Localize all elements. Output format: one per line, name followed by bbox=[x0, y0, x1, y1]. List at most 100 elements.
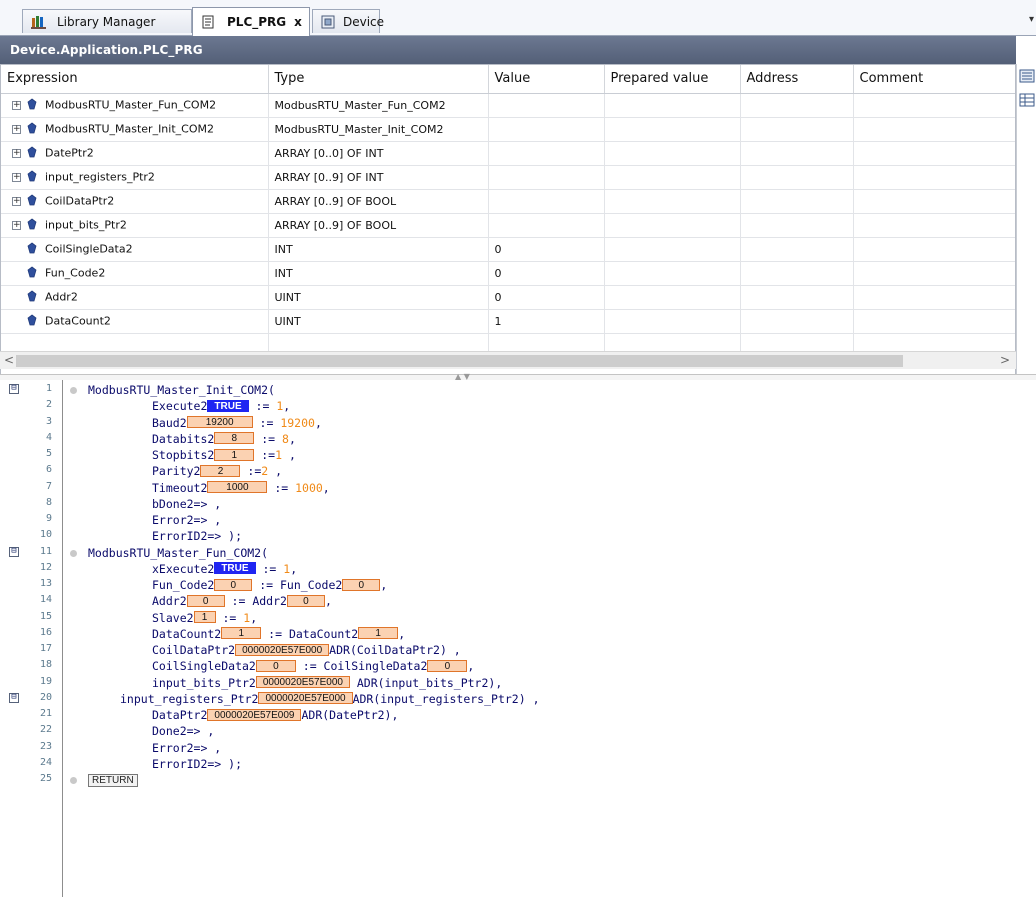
code-line[interactable]: 23 Error2=> , bbox=[0, 740, 1036, 756]
monitor-value-box[interactable]: 1 bbox=[358, 627, 399, 640]
comment-cell[interactable] bbox=[853, 213, 1015, 238]
prepared-value-cell[interactable] bbox=[604, 237, 741, 262]
expand-icon[interactable]: + bbox=[12, 100, 21, 110]
column-header-type[interactable]: Type bbox=[268, 65, 489, 94]
scroll-left-arrow-icon[interactable]: < bbox=[4, 353, 14, 367]
fold-collapse-icon[interactable]: ⊟ bbox=[9, 546, 19, 557]
expression-cell[interactable]: Fun_Code2 bbox=[1, 261, 269, 286]
st-code-editor[interactable]: ⊟ 1 ModbusRTU_Master_Init_COM2(2 Execute2 TR… bbox=[0, 380, 1036, 897]
watch-row[interactable]: Fun_Code2 INT 0 bbox=[1, 261, 1015, 286]
tab-library-manager[interactable]: Library Manager bbox=[22, 9, 192, 33]
expand-icon[interactable]: + bbox=[12, 220, 21, 230]
expand-icon[interactable]: + bbox=[12, 196, 21, 206]
code-line[interactable]: 21 DataPtr2 0000020E57E009 ADR(DatePtr2), bbox=[0, 707, 1036, 723]
code-line[interactable]: 16 DataCount2 1 := DataCount2 1, bbox=[0, 626, 1036, 642]
code-line[interactable]: ⊟ 1 ModbusRTU_Master_Init_COM2( bbox=[0, 382, 1036, 398]
expand-icon[interactable]: + bbox=[12, 124, 21, 134]
watch-row[interactable]: + CoilDataPtr2 ARRAY [0..9] OF BOOL bbox=[1, 189, 1015, 214]
prepared-value-cell[interactable] bbox=[604, 213, 741, 238]
monitor-value-box[interactable]: 1000 bbox=[207, 481, 268, 493]
tab-list-dropdown-icon[interactable]: ▾ bbox=[1029, 14, 1034, 25]
watch-row[interactable]: + input_registers_Ptr2 ARRAY [0..9] OF INT bbox=[1, 165, 1015, 190]
expression-cell[interactable]: + input_bits_Ptr2 bbox=[1, 213, 269, 238]
expand-icon[interactable]: + bbox=[12, 172, 21, 182]
code-line[interactable]: 18 CoilSingleData2 0 := CoilSingleData2 0, bbox=[0, 658, 1036, 674]
fold-collapse-icon[interactable]: ⊟ bbox=[9, 384, 19, 394]
comment-cell[interactable] bbox=[853, 165, 1015, 190]
tab-plc-prg[interactable]: PLC_PRG x bbox=[192, 7, 310, 36]
code-line[interactable]: 12 xExecute2 TRUE := 1, bbox=[0, 561, 1036, 577]
monitor-value-box[interactable]: 0000020E57E000 bbox=[255, 676, 350, 688]
monitor-value-true[interactable]: TRUE bbox=[207, 399, 249, 412]
column-header-value[interactable]: Value bbox=[488, 65, 605, 94]
breakpoint-marker-icon[interactable] bbox=[70, 387, 77, 394]
monitor-value-box[interactable]: 1 bbox=[193, 611, 216, 623]
breakpoint-marker-icon[interactable] bbox=[70, 549, 77, 557]
monitor-value-box[interactable]: 8 bbox=[214, 432, 255, 445]
close-tab-icon[interactable]: x bbox=[294, 15, 302, 29]
code-line[interactable]: 2 Execute2 TRUE := 1, bbox=[0, 398, 1036, 414]
code-line[interactable]: ⊟ 11 ModbusRTU_Master_Fun_COM2( bbox=[0, 545, 1036, 561]
comment-cell[interactable] bbox=[853, 141, 1015, 166]
column-header-expression[interactable]: Expression bbox=[1, 65, 269, 94]
watch-row[interactable]: + ModbusRTU_Master_Init_COM2 ModbusRTU_Mas… bbox=[1, 117, 1015, 142]
code-line[interactable]: 25 RETURN bbox=[0, 772, 1036, 788]
list-view-icon[interactable] bbox=[1019, 68, 1035, 83]
monitor-value-box[interactable]: 0 bbox=[286, 594, 325, 607]
expression-cell[interactable]: CoilSingleData2 bbox=[1, 237, 269, 262]
monitor-value-box[interactable]: 0 bbox=[186, 594, 225, 607]
expression-cell[interactable]: Addr2 bbox=[1, 285, 269, 310]
monitor-value-true[interactable]: TRUE bbox=[214, 562, 256, 575]
expression-cell[interactable]: + CoilDataPtr2 bbox=[1, 189, 269, 214]
code-line[interactable]: 14 Addr2 0 := Addr2 0, bbox=[0, 593, 1036, 609]
code-line[interactable]: ⊟ 20 input_registers_Ptr2 0000020E57E000 ADR… bbox=[0, 691, 1036, 707]
prepared-value-cell[interactable] bbox=[604, 141, 741, 166]
expression-cell[interactable]: + input_registers_Ptr2 bbox=[1, 165, 269, 190]
code-line[interactable]: 17 CoilDataPtr2 0000020E57E000 ADR(CoilData… bbox=[0, 642, 1036, 658]
monitor-value-box[interactable]: 19200 bbox=[186, 416, 253, 428]
code-line[interactable]: 24 ErrorID2=> ); bbox=[0, 756, 1036, 772]
watch-horizontal-scrollbar[interactable]: < > bbox=[0, 351, 1016, 369]
comment-cell[interactable] bbox=[853, 117, 1015, 142]
prepared-value-cell[interactable] bbox=[604, 261, 741, 286]
code-line[interactable]: 9 Error2=> , bbox=[0, 512, 1036, 528]
scrollbar-thumb[interactable] bbox=[16, 355, 903, 367]
code-line[interactable]: 7 Timeout2 1000 := 1000, bbox=[0, 480, 1036, 496]
monitor-value-box[interactable]: 0 bbox=[427, 659, 468, 672]
code-line[interactable]: 13 Fun_Code2 0 := Fun_Code2 0, bbox=[0, 577, 1036, 593]
table-view-icon[interactable] bbox=[1019, 92, 1035, 107]
monitor-value-box[interactable]: 1 bbox=[214, 448, 255, 461]
prepared-value-cell[interactable] bbox=[604, 93, 741, 118]
code-line[interactable]: 6 Parity2 2 :=2 , bbox=[0, 463, 1036, 479]
fold-collapse-icon[interactable]: ⊟ bbox=[9, 692, 19, 703]
watch-row[interactable]: + ModbusRTU_Master_Fun_COM2 ModbusRTU_Mast… bbox=[1, 93, 1015, 118]
comment-cell[interactable] bbox=[853, 285, 1015, 310]
comment-cell[interactable] bbox=[853, 309, 1015, 334]
expression-cell[interactable]: + ModbusRTU_Master_Init_COM2 bbox=[1, 117, 269, 142]
comment-cell[interactable] bbox=[853, 189, 1015, 214]
code-line[interactable]: 19 input_bits_Ptr2 0000020E57E000 ADR(inpu… bbox=[0, 675, 1036, 691]
code-line[interactable]: 22 Done2=> , bbox=[0, 723, 1036, 739]
prepared-value-cell[interactable] bbox=[604, 189, 741, 214]
column-header-address[interactable]: Address bbox=[740, 65, 854, 94]
monitor-value-box[interactable]: 1 bbox=[221, 627, 262, 640]
breakpoint-marker-icon[interactable] bbox=[70, 777, 77, 784]
expression-cell[interactable]: + DatePtr2 bbox=[1, 141, 269, 166]
scroll-right-arrow-icon[interactable]: > bbox=[1000, 353, 1010, 367]
code-line[interactable]: 15 Slave2 1 := 1, bbox=[0, 610, 1036, 626]
code-line[interactable]: 4 Databits2 8 := 8, bbox=[0, 431, 1036, 447]
monitor-value-box[interactable]: 0 bbox=[255, 659, 296, 672]
watch-row[interactable]: + DatePtr2 ARRAY [0..0] OF INT bbox=[1, 141, 1015, 166]
comment-cell[interactable] bbox=[853, 261, 1015, 286]
prepared-value-cell[interactable] bbox=[604, 165, 741, 190]
comment-cell[interactable] bbox=[853, 93, 1015, 118]
column-header-prepared-value[interactable]: Prepared value bbox=[604, 65, 741, 94]
prepared-value-cell[interactable] bbox=[604, 309, 741, 334]
comment-cell[interactable] bbox=[853, 237, 1015, 262]
monitor-value-box[interactable]: 0000020E57E009 bbox=[207, 708, 302, 721]
prepared-value-cell[interactable] bbox=[604, 117, 741, 142]
monitor-value-box[interactable]: 2 bbox=[200, 464, 241, 477]
expression-cell[interactable]: + ModbusRTU_Master_Fun_COM2 bbox=[1, 93, 269, 118]
monitor-value-box[interactable]: 0 bbox=[214, 578, 253, 591]
monitor-value-box[interactable]: 0000020E57E000 bbox=[235, 643, 330, 656]
